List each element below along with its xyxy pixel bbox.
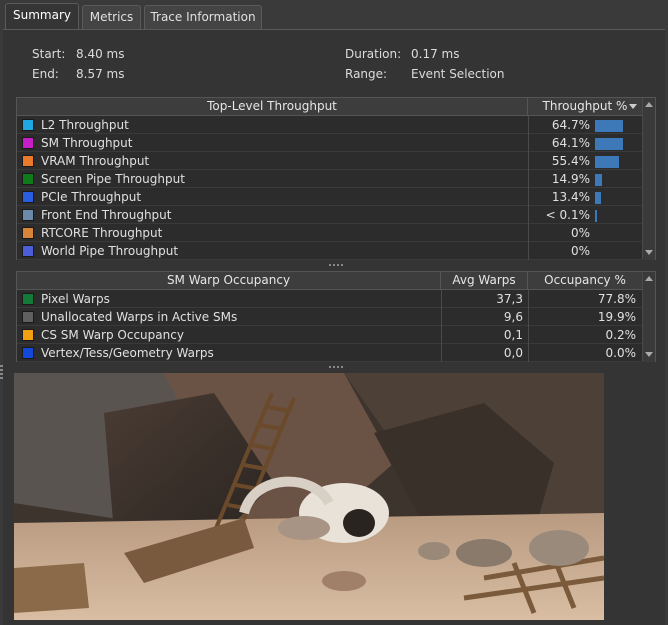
splitter-handle[interactable] (16, 261, 656, 269)
scroll-up-icon[interactable] (645, 276, 653, 281)
avg-warps-value: 9,6 (503, 310, 523, 324)
grip-dots-icon (329, 366, 345, 368)
metric-name: L2 Throughput (41, 118, 129, 132)
warp-scrollbar[interactable] (642, 272, 655, 361)
throughput-bar (595, 210, 597, 222)
throughput-scrollbar[interactable] (642, 98, 655, 259)
tab-metrics[interactable]: Metrics (82, 5, 141, 29)
metric-name: PCIe Throughput (41, 190, 142, 204)
color-swatch (22, 293, 34, 305)
throughput-row[interactable]: World Pipe Throughput 0% (17, 242, 655, 260)
scroll-down-icon[interactable] (645, 250, 653, 255)
side-resize-grip[interactable] (0, 365, 3, 379)
color-swatch (22, 173, 34, 185)
summary-panel: Start: 8.40 ms End: 8.57 ms Duration: 0.… (3, 29, 665, 625)
warp-name: Vertex/Tess/Geometry Warps (41, 346, 214, 360)
throughput-bar (595, 138, 623, 150)
color-swatch (22, 311, 34, 323)
throughput-value: 64.1% (551, 136, 590, 150)
column-header-throughput-percent[interactable]: Throughput % (528, 98, 642, 115)
scroll-up-icon[interactable] (645, 102, 653, 107)
occupancy-value: 19.9% (597, 310, 636, 324)
duration-label: Duration: (345, 47, 402, 61)
throughput-bar (595, 120, 623, 132)
desert-scene-illustration (14, 373, 604, 620)
throughput-table-header: Top-Level Throughput Throughput % (17, 98, 655, 116)
throughput-row[interactable]: Screen Pipe Throughput 14.9% (17, 170, 655, 188)
throughput-table: Top-Level Throughput Throughput % L2 Thr… (16, 97, 656, 260)
throughput-value: 13.4% (551, 190, 590, 204)
metric-name: VRAM Throughput (41, 154, 150, 168)
warp-name: Pixel Warps (41, 292, 110, 306)
color-swatch (22, 119, 34, 131)
warp-rows: Pixel Warps 37,3 77.8% Unallocated Warps in… (17, 290, 655, 362)
throughput-bar (595, 174, 602, 186)
avg-warps-value: 0,0 (503, 346, 523, 360)
throughput-row[interactable]: RTCORE Throughput 0% (17, 224, 655, 242)
frame-preview-image (14, 373, 604, 620)
metric-name: Screen Pipe Throughput (41, 172, 185, 186)
color-swatch (22, 209, 34, 221)
throughput-value: 0% (570, 244, 590, 258)
throughput-bar (595, 156, 619, 168)
occupancy-value: 77.8% (597, 292, 636, 306)
color-swatch (22, 137, 34, 149)
tab-summary[interactable]: Summary (5, 3, 79, 30)
warp-row[interactable]: Unallocated Warps in Active SMs 9,6 19.9% (17, 308, 655, 326)
throughput-bar (595, 192, 601, 204)
tab-trace-information[interactable]: Trace Information (144, 5, 262, 29)
color-swatch (22, 329, 34, 341)
metric-name: SM Throughput (41, 136, 133, 150)
warp-row[interactable]: Vertex/Tess/Geometry Warps 0,0 0.0% (17, 344, 655, 362)
throughput-value: 64.7% (551, 118, 590, 132)
start-label: Start: (32, 47, 66, 61)
end-label: End: (32, 67, 59, 81)
color-swatch (22, 347, 34, 359)
color-swatch (22, 155, 34, 167)
scroll-down-icon[interactable] (645, 352, 653, 357)
range-value: Event Selection (411, 67, 505, 81)
splitter-handle[interactable] (16, 363, 656, 371)
throughput-rows: L2 Throughput 64.7% SM Throughput 64.1% VRAM… (17, 116, 655, 260)
throughput-value: 55.4% (551, 154, 590, 168)
throughput-row[interactable]: L2 Throughput 64.7% (17, 116, 655, 134)
color-swatch (22, 191, 34, 203)
tab-bar: Summary Metrics Trace Information (0, 0, 668, 30)
column-header-throughput-label: Throughput % (542, 99, 628, 113)
metric-name: Front End Throughput (41, 208, 172, 222)
avg-warps-value: 0,1 (503, 328, 523, 342)
metric-name: World Pipe Throughput (41, 244, 179, 258)
column-header-sm-warp-occupancy[interactable]: SM Warp Occupancy (17, 272, 441, 289)
throughput-value: 0% (570, 226, 590, 240)
metric-name: RTCORE Throughput (41, 226, 163, 240)
warp-row[interactable]: CS SM Warp Occupancy 0,1 0.2% (17, 326, 655, 344)
grip-dots-icon (329, 264, 345, 266)
warp-row[interactable]: Pixel Warps 37,3 77.8% (17, 290, 655, 308)
warp-name: CS SM Warp Occupancy (41, 328, 184, 342)
throughput-value: < 0.1% (545, 208, 590, 222)
warp-occupancy-table: SM Warp Occupancy Avg Warps Occupancy % … (16, 271, 656, 362)
warp-name: Unallocated Warps in Active SMs (41, 310, 238, 324)
column-header-occupancy-percent[interactable]: Occupancy % (528, 272, 642, 289)
start-value: 8.40 ms (76, 47, 125, 61)
duration-value: 0.17 ms (411, 47, 460, 61)
sort-descending-icon (629, 104, 637, 109)
occupancy-value: 0.2% (605, 328, 637, 342)
warp-table-header: SM Warp Occupancy Avg Warps Occupancy % (17, 272, 655, 290)
color-swatch (22, 227, 34, 239)
throughput-row[interactable]: SM Throughput 64.1% (17, 134, 655, 152)
color-swatch (22, 245, 34, 257)
range-label: Range: (345, 67, 388, 81)
throughput-value: 14.9% (551, 172, 590, 186)
occupancy-value: 0.0% (605, 346, 637, 360)
column-header-avg-warps[interactable]: Avg Warps (441, 272, 528, 289)
avg-warps-value: 37,3 (496, 292, 523, 306)
throughput-row[interactable]: PCIe Throughput 13.4% (17, 188, 655, 206)
throughput-row[interactable]: Front End Throughput < 0.1% (17, 206, 655, 224)
column-header-top-level-throughput[interactable]: Top-Level Throughput (17, 98, 528, 115)
end-value: 8.57 ms (76, 67, 125, 81)
throughput-row[interactable]: VRAM Throughput 55.4% (17, 152, 655, 170)
